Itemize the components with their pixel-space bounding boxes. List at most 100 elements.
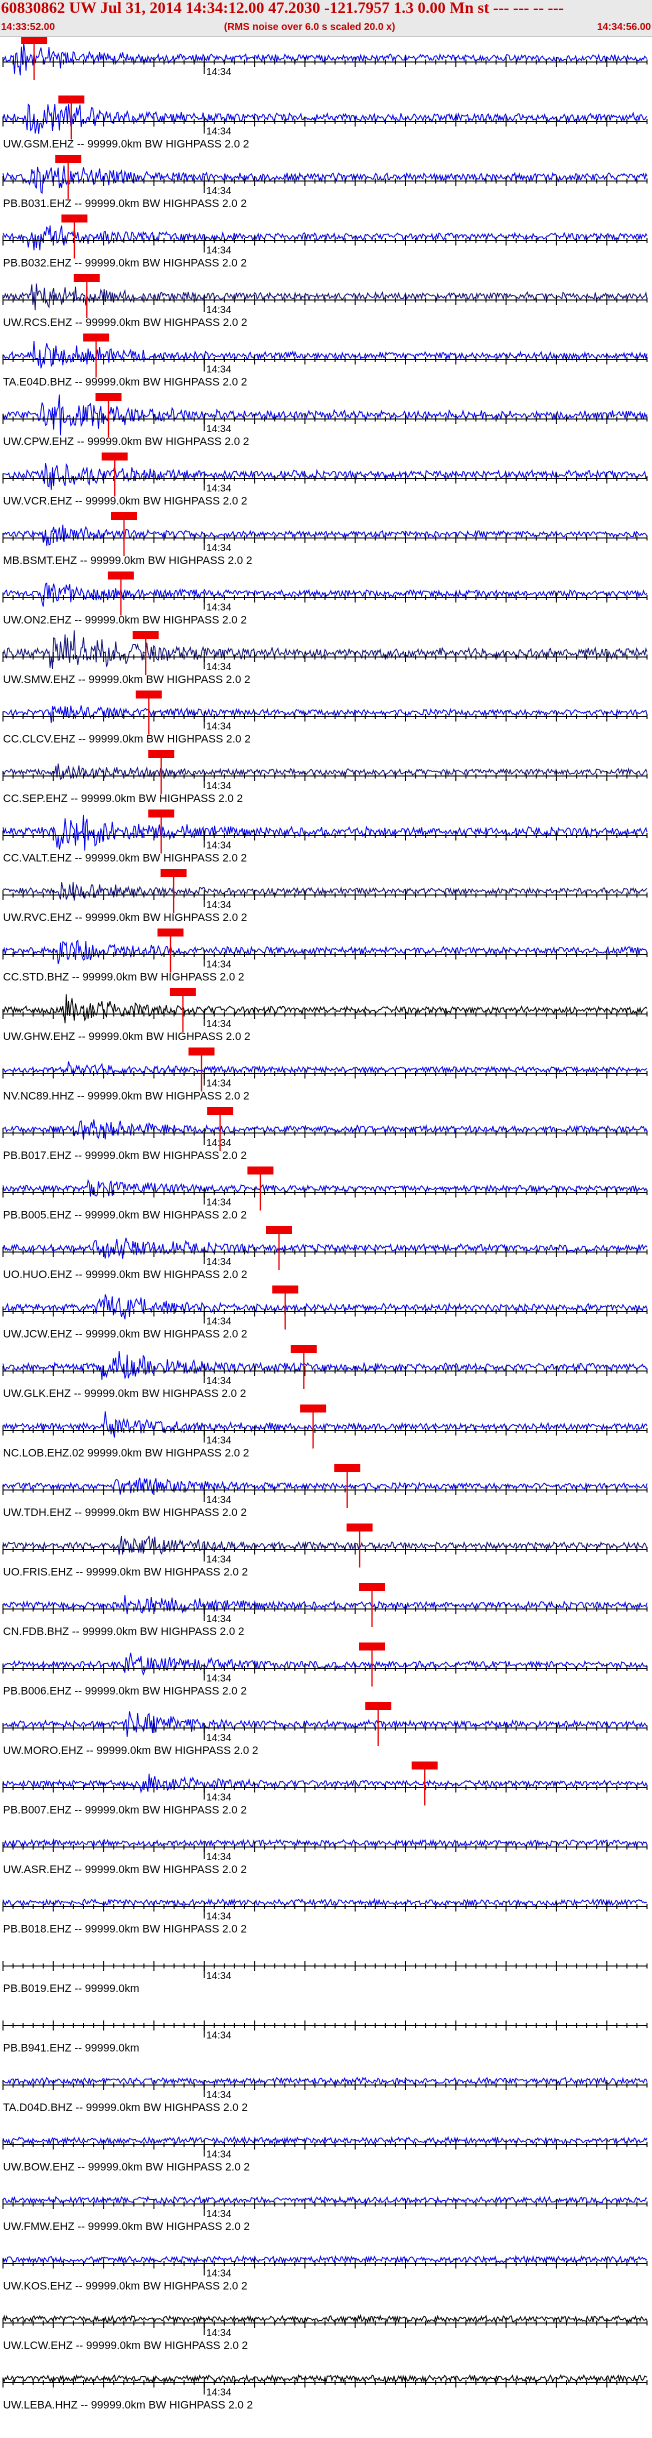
minute-label-26: 14:34	[206, 1614, 231, 1625]
station-label-21: UW.JCW.EHZ -- 99999.0km BW HIGHPASS 2.0 …	[3, 1329, 247, 1341]
station-label-22: UW.GLK.EHZ -- 99999.0km BW HIGHPASS 2.0 …	[3, 1388, 246, 1400]
station-label-1: UW.GSM.EHZ -- 99999.0km BW HIGHPASS 2.0 …	[3, 139, 249, 151]
minute-label-32: 14:34	[206, 1971, 231, 1982]
minute-label-38: 14:34	[206, 2328, 231, 2339]
station-label-15: CC.STD.BHZ -- 99999.0km BW HIGHPASS 2.0 …	[3, 972, 244, 984]
minute-label-36: 14:34	[206, 2209, 231, 2220]
pick-flag-29	[411, 1761, 438, 1770]
minute-label-7: 14:34	[206, 484, 231, 495]
station-label-31: PB.B018.EHZ -- 99999.0km BW HIGHPASS 2.0…	[3, 1924, 247, 1936]
pick-flag-21	[272, 1285, 299, 1294]
minute-label-37: 14:34	[206, 2269, 231, 2280]
trace-4	[3, 283, 648, 311]
event-title: 60830862 UW Jul 31, 2014 14:34:12.00 47.…	[1, 0, 564, 17]
trace-21	[2, 1294, 648, 1320]
pick-flag-22	[290, 1345, 317, 1353]
pick-flag-8	[111, 512, 137, 520]
pick-flag-2	[55, 155, 82, 163]
minute-label-17: 14:34	[206, 1079, 231, 1090]
minute-label-8: 14:34	[206, 543, 231, 554]
station-label-37: UW.KOS.EHZ -- 99999.0km BW HIGHPASS 2.0 …	[3, 2281, 247, 2293]
start-time: 14:33:52.00	[1, 22, 55, 33]
rms-note: (RMS noise over 6.0 s scaled 20.0 x)	[224, 22, 396, 33]
minute-label-25: 14:34	[206, 1555, 231, 1566]
trace-1	[2, 103, 648, 134]
pick-flag-5	[83, 333, 110, 342]
station-label-3: PB.B032.EHZ -- 99999.0km BW HIGHPASS 2.0…	[3, 258, 247, 270]
station-label-2: PB.B031.EHZ -- 99999.0km BW HIGHPASS 2.0…	[3, 198, 247, 210]
trace-5	[2, 340, 648, 369]
minute-label-23: 14:34	[206, 1436, 231, 1447]
pick-flag-26	[359, 1583, 385, 1591]
pick-flag-12	[148, 750, 175, 758]
minute-label-3: 14:34	[206, 246, 231, 257]
station-label-7: UW.VCR.EHZ -- 99999.0km BW HIGHPASS 2.0 …	[3, 496, 247, 508]
minute-label-14: 14:34	[206, 900, 231, 911]
pick-flag-9	[107, 571, 134, 580]
pick-flag-23	[300, 1404, 327, 1413]
minute-label-21: 14:34	[206, 1317, 231, 1328]
trace-23	[2, 1411, 648, 1438]
station-label-32: PB.B019.EHZ -- 99999.0km	[3, 1983, 139, 1995]
pick-flag-25	[346, 1523, 373, 1532]
station-label-10: UW.SMW.EHZ -- 99999.0km BW HIGHPASS 2.0 …	[3, 674, 250, 686]
pick-flag-10	[132, 631, 159, 639]
minute-label-15: 14:34	[206, 960, 231, 971]
station-label-14: UW.RVC.EHZ -- 99999.0km BW HIGHPASS 2.0 …	[3, 912, 247, 924]
trace-0	[2, 43, 648, 76]
minute-label-11: 14:34	[206, 722, 231, 733]
minute-label-33: 14:34	[206, 2031, 231, 2042]
pick-flag-6	[95, 393, 122, 401]
station-label-19: PB.B005.EHZ -- 99999.0km BW HIGHPASS 2.0…	[3, 1210, 247, 1222]
trace-3	[2, 225, 648, 251]
pick-flag-19	[247, 1166, 274, 1175]
trace-27	[2, 1652, 648, 1676]
station-label-4: UW.RCS.EHZ -- 99999.0km BW HIGHPASS 2.0 …	[3, 317, 247, 329]
pick-flag-0	[21, 37, 48, 44]
minute-label-6: 14:34	[206, 424, 231, 435]
pick-flag-3	[61, 214, 88, 223]
station-label-25: UO.FRIS.EHZ -- 99999.0km BW HIGHPASS 2.0…	[3, 1567, 248, 1579]
pick-flag-24	[334, 1464, 361, 1472]
minute-label-9: 14:34	[206, 603, 231, 614]
trace-16	[2, 994, 648, 1024]
pick-flag-18	[207, 1107, 234, 1115]
station-label-20: UO.HUO.EHZ -- 99999.0km BW HIGHPASS 2.0 …	[3, 1269, 247, 1281]
station-label-17: NV.NC89.HHZ -- 99999.0km BW HIGHPASS 2.0…	[3, 1091, 249, 1103]
trace-22	[2, 1350, 648, 1380]
minute-label-20: 14:34	[206, 1257, 231, 1268]
trace-18	[2, 1119, 648, 1140]
header-bar: 60830862 UW Jul 31, 2014 14:34:12.00 47.…	[0, 0, 652, 37]
minute-label-30: 14:34	[206, 1852, 231, 1863]
pick-flag-28	[365, 1702, 392, 1710]
station-label-16: UW.GHW.EHZ -- 99999.0km BW HIGHPASS 2.0 …	[3, 1031, 250, 1043]
pick-flag-27	[359, 1642, 385, 1651]
trace-14	[2, 882, 648, 901]
pick-flag-7	[101, 452, 128, 461]
minute-label-4: 14:34	[206, 305, 231, 316]
station-label-9: UW.ON2.EHZ -- 99999.0km BW HIGHPASS 2.0 …	[3, 615, 247, 627]
pick-flag-20	[266, 1226, 292, 1234]
pick-flag-14	[160, 869, 187, 877]
minute-label-5: 14:34	[206, 365, 231, 376]
pick-flag-11	[135, 690, 162, 699]
minute-label-27: 14:34	[206, 1674, 231, 1685]
end-time: 14:34:56.00	[597, 22, 651, 33]
station-label-33: PB.B941.EHZ -- 99999.0km	[3, 2043, 139, 2055]
trace-13	[2, 814, 648, 851]
minute-label-31: 14:34	[206, 1912, 231, 1923]
minute-label-39: 14:34	[206, 2388, 231, 2399]
minute-label-34: 14:34	[206, 2090, 231, 2101]
station-label-11: CC.CLCV.EHZ -- 99999.0km BW HIGHPASS 2.0…	[3, 734, 251, 746]
pick-flag-1	[58, 95, 85, 104]
station-label-5: TA.E04D.BHZ -- 99999.0km BW HIGHPASS 2.0…	[3, 377, 247, 389]
station-label-24: UW.TDH.EHZ -- 99999.0km BW HIGHPASS 2.0 …	[3, 1507, 247, 1519]
seismogram-plot: 14:34 14:34 UW.GSM.EHZ -- 99999.0km BW HIG…	[2, 37, 648, 2412]
minute-label-16: 14:34	[206, 1019, 231, 1030]
station-label-26: CN.FDB.BHZ -- 99999.0km BW HIGHPASS 2.0 …	[3, 1626, 244, 1638]
trace-28	[2, 1711, 648, 1737]
station-label-39: UW.LEBA.HHZ -- 99999.0km BW HIGHPASS 2.0…	[3, 2400, 253, 2412]
trace-8	[2, 524, 648, 546]
pick-flag-4	[73, 274, 100, 282]
minute-label-10: 14:34	[206, 662, 231, 673]
